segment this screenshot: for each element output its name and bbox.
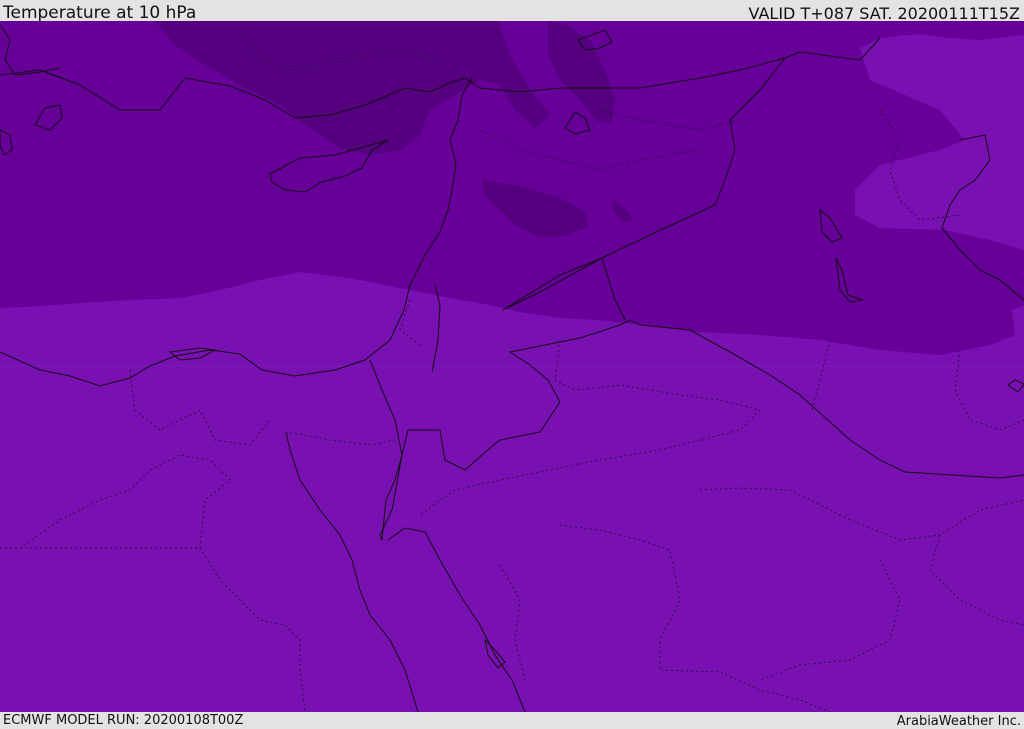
temperature-map[interactable] [0,21,1024,712]
credit-label: ArabiaWeather Inc. [896,714,1021,729]
map-title: Temperature at 10 hPa [3,3,197,23]
header-bar: Temperature at 10 hPa VALID T+087 SAT. 2… [0,0,1024,23]
map-canvas[interactable] [0,21,1024,712]
weather-map-frame: Temperature at 10 hPa VALID T+087 SAT. 2… [0,0,1024,729]
footer-bar: ECMWF MODEL RUN: 20200108T00Z ArabiaWeat… [0,712,1024,729]
model-run-label: ECMWF MODEL RUN: 20200108T00Z [3,713,244,728]
